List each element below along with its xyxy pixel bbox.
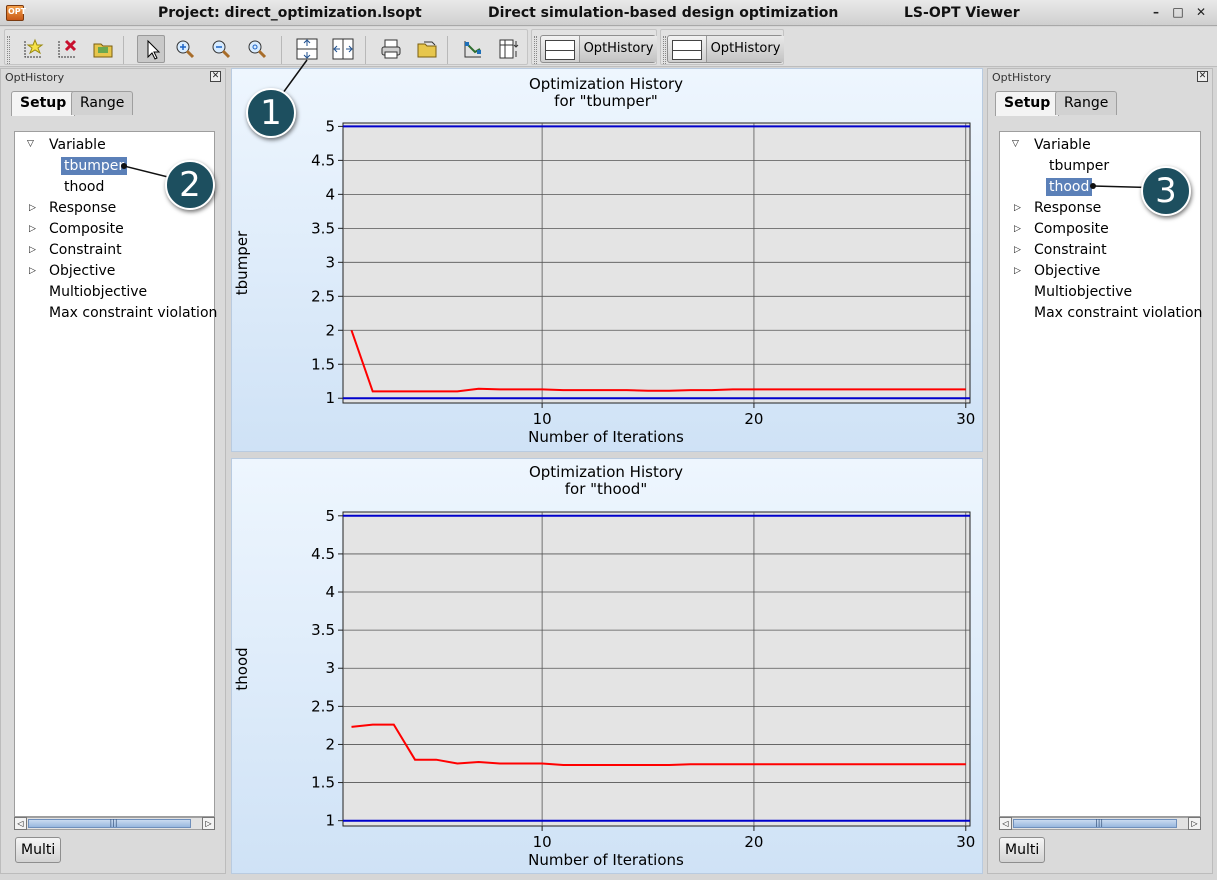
callout-3: 3 [1141, 166, 1191, 216]
callout-2: 2 [165, 160, 215, 210]
callout-3-anchor [1090, 183, 1096, 189]
callout-1: 1 [246, 88, 296, 138]
callout-2-anchor [121, 163, 127, 169]
callout-leader-lines [121, 59, 1166, 189]
